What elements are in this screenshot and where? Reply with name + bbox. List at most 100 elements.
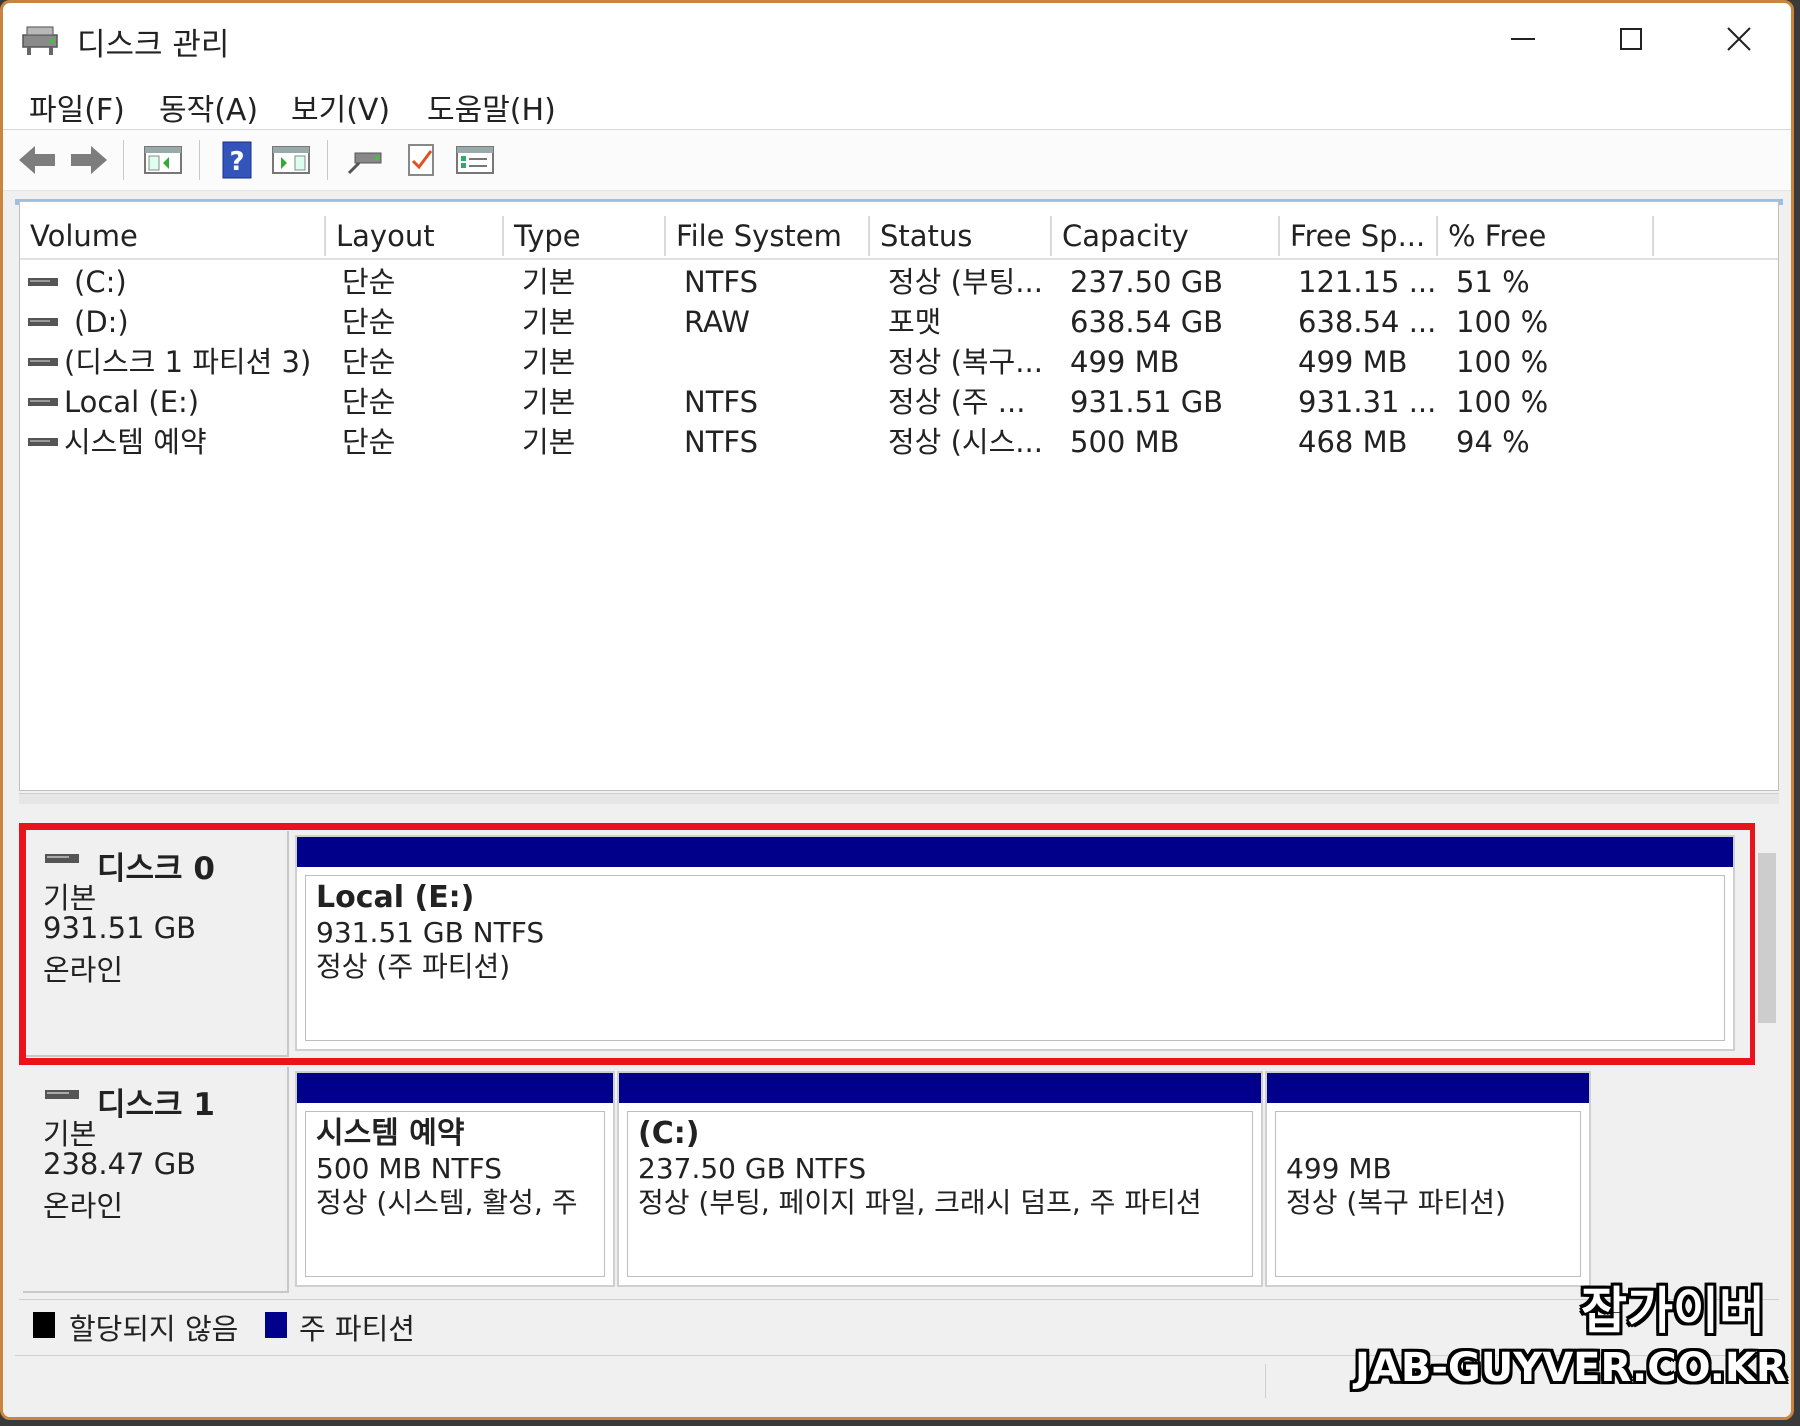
status-bar-divider (1265, 1364, 1266, 1398)
title-bar[interactable]: 디스크 관리 (3, 3, 1791, 73)
volume-name: (C:) (74, 265, 127, 299)
volume-type: 기본 (522, 305, 576, 339)
column-header-percent-free[interactable]: % Free (1438, 216, 1654, 256)
volume-status: 정상 (시스... (888, 425, 1043, 459)
volume-status: 포맷 (888, 305, 942, 339)
partition-info: 시스템 예약 500 MB NTFS 정상 (시스템, 활성, 주 (305, 1111, 605, 1277)
volume-file-system: NTFS (684, 265, 758, 299)
partition-system-reserved[interactable]: 시스템 예약 500 MB NTFS 정상 (시스템, 활성, 주 (295, 1071, 615, 1287)
volume-layout: 단순 (342, 305, 396, 339)
volume-capacity: 500 MB (1070, 425, 1180, 459)
primary-partition-swatch (265, 1312, 287, 1338)
menu-view[interactable]: 보기(V) (285, 81, 396, 133)
column-header-layout[interactable]: Layout (326, 216, 504, 256)
volume-name: (디스크 1 파티션 3) (64, 345, 312, 379)
connect-drive-button[interactable] (343, 139, 387, 181)
partition-size-fs: 499 MB (1286, 1152, 1392, 1185)
partition-name: 시스템 예약 (316, 1116, 465, 1151)
maximize-button[interactable] (1581, 9, 1681, 69)
disk-map-scrollbar[interactable] (1755, 823, 1779, 1283)
disk-status: 온라인 (43, 1189, 124, 1223)
forward-icon (71, 146, 107, 174)
volume-row[interactable]: 시스템 예약 단순 기본 NTFS 정상 (시스... 500 MB 468 M… (20, 422, 1778, 462)
column-header-file-system[interactable]: File System (666, 216, 870, 256)
volume-percent-free: 100 % (1456, 385, 1549, 419)
primary-partition-bar (297, 1073, 613, 1103)
show-hide-action-pane-button[interactable] (269, 139, 313, 181)
forward-button[interactable] (67, 139, 111, 181)
volume-row[interactable]: (D:) 단순 기본 RAW 포맷 638.54 GB 638.54 ... 1… (20, 302, 1778, 342)
disk-1-label[interactable]: 디스크 1 기본 238.47 GB 온라인 (23, 1067, 289, 1293)
volume-drive-icon (28, 438, 58, 446)
show-hide-console-tree-icon (144, 146, 182, 174)
partition-name: (C:) (638, 1116, 700, 1151)
volume-name: 시스템 예약 (64, 425, 207, 459)
column-header-free-space[interactable]: Free Sp... (1280, 216, 1438, 256)
close-button[interactable] (1689, 9, 1789, 69)
scrollbar-thumb[interactable] (1758, 853, 1776, 1023)
disk-0-highlight-box (19, 823, 1757, 1065)
volume-capacity: 499 MB (1070, 345, 1180, 379)
minimize-button[interactable] (1473, 9, 1573, 69)
volume-layout: 단순 (342, 265, 396, 299)
volume-row[interactable]: (C:) 단순 기본 NTFS 정상 (부팅... 237.50 GB 121.… (20, 262, 1778, 302)
volume-free-space: 121.15 ... (1298, 265, 1437, 299)
partition-info: (C:) 237.50 GB NTFS 정상 (부팅, 페이지 파일, 크래시 … (627, 1111, 1253, 1277)
volume-capacity: 237.50 GB (1070, 265, 1224, 299)
volume-file-system: NTFS (684, 425, 758, 459)
unallocated-swatch (33, 1312, 55, 1338)
show-hide-console-tree-button[interactable] (141, 139, 185, 181)
column-header-capacity[interactable]: Capacity (1052, 216, 1280, 256)
watermark-korean: 잡가이버 (1581, 1282, 1765, 1340)
properties-button[interactable] (453, 139, 497, 181)
legend-unallocated: 할당되지 않음 (69, 1312, 239, 1346)
properties-icon (456, 146, 494, 174)
volume-layout: 단순 (342, 345, 396, 379)
partition-info: 499 MB 정상 (복구 파티션) (1275, 1111, 1581, 1277)
window-title: 디스크 관리 (77, 27, 230, 63)
pane-splitter[interactable] (19, 793, 1779, 804)
volume-row[interactable]: Local (E:) 단순 기본 NTFS 정상 (주 ... 931.51 G… (20, 382, 1778, 422)
partition-size-fs: 237.50 GB NTFS (638, 1152, 867, 1185)
toolbar-separator (123, 140, 124, 180)
connect-drive-icon (347, 152, 382, 175)
disk-name: 디스크 1 (97, 1087, 215, 1123)
volume-row[interactable]: (디스크 1 파티션 3) 단순 기본 정상 (복구... 499 MB 499… (20, 342, 1778, 382)
toolbar-separator (199, 140, 200, 180)
disk-management-app-icon (21, 23, 61, 57)
volume-layout: 단순 (342, 425, 396, 459)
menu-file[interactable]: 파일(F) (23, 81, 131, 133)
menu-action[interactable]: 동작(A) (153, 81, 264, 133)
volume-status: 정상 (주 ... (888, 385, 1026, 419)
back-icon (19, 146, 55, 174)
close-icon (1727, 27, 1751, 51)
partition-status: 정상 (부팅, 페이지 파일, 크래시 덤프, 주 파티션 (638, 1186, 1202, 1219)
volume-free-space: 468 MB (1298, 425, 1408, 459)
volume-capacity: 931.51 GB (1070, 385, 1224, 419)
svg-text:?: ? (229, 147, 244, 177)
back-button[interactable] (15, 139, 59, 181)
primary-partition-bar (1267, 1073, 1589, 1103)
volume-drive-icon (28, 278, 58, 286)
menu-bar: 파일(F) 동작(A) 보기(V) 도움말(H) (3, 75, 1791, 130)
partition-c[interactable]: (C:) 237.50 GB NTFS 정상 (부팅, 페이지 파일, 크래시 … (617, 1071, 1263, 1287)
minimize-icon (1511, 38, 1535, 40)
disk-drive-icon (45, 1090, 79, 1099)
column-header-volume[interactable]: Volume (20, 216, 326, 256)
volume-free-space: 499 MB (1298, 345, 1408, 379)
column-header-status[interactable]: Status (870, 216, 1052, 256)
menu-help[interactable]: 도움말(H) (421, 81, 562, 133)
volume-list[interactable]: Volume Layout Type File System Status Ca… (19, 201, 1779, 791)
column-header-type[interactable]: Type (504, 216, 666, 256)
partition-name (1286, 1116, 1570, 1152)
volume-file-system: RAW (684, 305, 750, 339)
toolbar: ? (3, 130, 1791, 191)
volume-capacity: 638.54 GB (1070, 305, 1224, 339)
help-button[interactable]: ? (215, 139, 259, 181)
disk-management-window: 디스크 관리 파일(F) 동작(A) 보기(V) 도움말(H) ? Volume… (0, 0, 1794, 1420)
volume-drive-icon (28, 358, 58, 366)
partition-recovery[interactable]: 499 MB 정상 (복구 파티션) (1265, 1071, 1591, 1287)
partition-status: 정상 (시스템, 활성, 주 (316, 1186, 578, 1219)
check-icon (408, 144, 434, 176)
check-button[interactable] (399, 139, 443, 181)
